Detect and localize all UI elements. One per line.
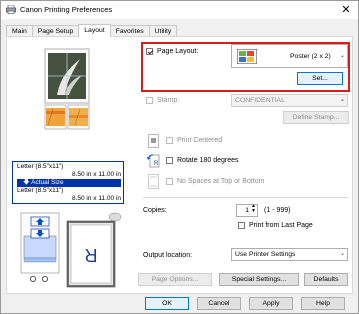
special-settings-button[interactable]: Special Settings... <box>219 273 299 286</box>
stamp-label: Stamp: <box>157 97 180 104</box>
copies-range: (1 - 999) <box>264 207 291 214</box>
svg-text:R: R <box>154 161 159 167</box>
output-location-label: Output location: <box>143 252 193 259</box>
page-layout-label: Page Layout: <box>157 48 199 55</box>
divider <box>143 197 348 198</box>
layout-preview <box>44 48 90 130</box>
spin-icon[interactable]: ▲ ▼ <box>251 204 256 214</box>
svg-text:R: R <box>85 245 98 265</box>
cancel-button[interactable]: Cancel <box>197 297 241 310</box>
rotate-icon: R <box>147 154 160 168</box>
no-spaces-checkbox[interactable] <box>166 178 173 185</box>
print-centered-label: Print Centered <box>177 137 223 144</box>
page-layout-checkbox[interactable] <box>146 48 153 55</box>
rotate-180-checkbox[interactable] <box>166 157 173 164</box>
printer-icon <box>6 5 16 14</box>
apply-button[interactable]: Apply <box>249 297 293 310</box>
paper-info: Letter (8.5"x11") 8.50 in x 11.00 in 🡇 A… <box>12 161 124 204</box>
down-arrow-icon: 🡇 <box>23 179 30 186</box>
rotate-180-label: Rotate 180 degrees <box>177 157 239 164</box>
actual-size-bar: 🡇 Actual Size <box>17 179 121 187</box>
defaults-button[interactable]: Defaults <box>304 273 348 286</box>
no-spaces-label: No Spaces at Top or Bottom <box>177 178 265 185</box>
print-from-last-checkbox[interactable] <box>238 222 245 229</box>
chevron-down-icon: ⌄ <box>339 251 345 257</box>
stamp-select[interactable]: CONFIDENTIAL ⌄ <box>231 94 348 107</box>
tab-layout[interactable]: Layout <box>78 24 111 37</box>
print-orientation-preview: R <box>20 212 122 288</box>
print-from-last-label: Print from Last Page <box>249 222 313 229</box>
page-layout-value: Poster (2 x 2) <box>290 53 331 60</box>
printing-preferences-window: Canon Printing Preferences ✕ Main Page S… <box>0 0 359 314</box>
chevron-down-icon: ⌄ <box>339 97 345 103</box>
paper-size-1: 8.50 in x 11.00 in <box>71 171 121 178</box>
set-button[interactable]: Set... <box>297 72 343 85</box>
close-icon: ✕ <box>341 4 351 16</box>
chevron-down-icon: ⌄ <box>339 53 345 59</box>
help-button[interactable]: Help <box>301 297 345 310</box>
no-spaces-icon <box>148 174 159 189</box>
print-centered-icon <box>148 134 159 148</box>
print-centered-checkbox[interactable] <box>166 137 173 144</box>
poster-layout-icon <box>237 49 257 64</box>
ok-button[interactable]: OK <box>145 297 189 310</box>
copies-input[interactable]: 1 ▲ ▼ <box>236 204 258 217</box>
copies-label: Copies: <box>143 207 167 214</box>
actual-size-label: Actual Size <box>31 179 64 186</box>
copies-value: 1 <box>245 207 249 214</box>
close-button[interactable]: ✕ <box>339 3 353 17</box>
title-bar: Canon Printing Preferences ✕ <box>1 1 358 19</box>
define-stamp-button[interactable]: Define Stamp... <box>283 111 349 124</box>
output-location-select[interactable]: Use Printer Settings ⌄ <box>231 248 348 261</box>
stamp-value: CONFIDENTIAL <box>235 97 285 104</box>
paper-label-2: Letter (8.5"x11") <box>17 187 64 194</box>
output-location-value: Use Printer Settings <box>235 251 296 258</box>
paper-label-1: Letter (8.5"x11") <box>17 163 64 170</box>
page-options-button[interactable]: Page Options... <box>138 273 212 286</box>
stamp-checkbox[interactable] <box>146 97 153 104</box>
layout-tab-panel: Letter (8.5"x11") 8.50 in x 11.00 in 🡇 A… <box>6 36 353 294</box>
paper-size-2: 8.50 in x 11.00 in <box>71 195 121 202</box>
page-layout-select[interactable]: Poster (2 x 2) ⌄ <box>231 44 348 68</box>
window-title: Canon Printing Preferences <box>20 5 113 14</box>
